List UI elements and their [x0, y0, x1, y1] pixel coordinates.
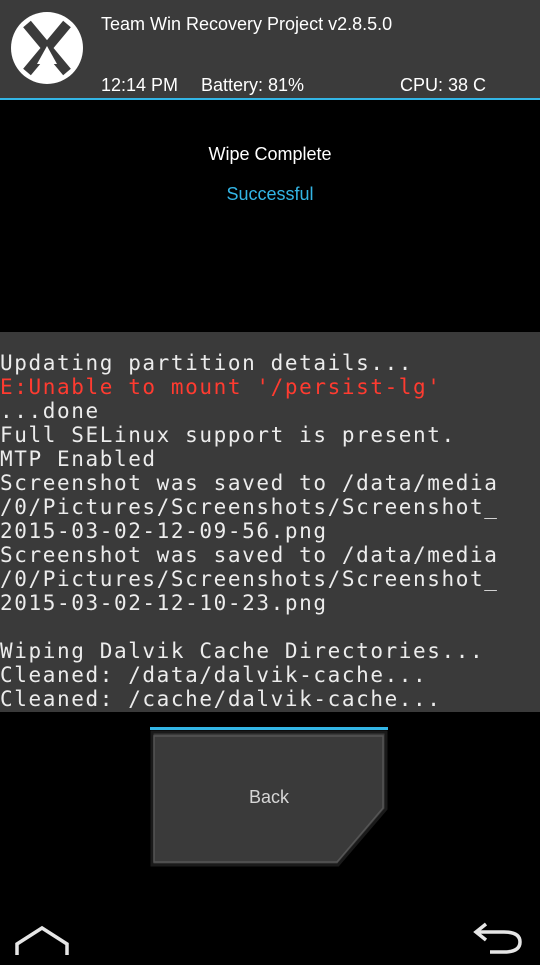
- status-time: 12:14 PM: [101, 75, 179, 95]
- console-line: Full SELinux support is present.: [0, 423, 456, 447]
- console-line: Screenshot was saved to /data/media: [0, 543, 499, 567]
- operation-result-title: Wipe Complete: [208, 144, 332, 164]
- app-title: Team Win Recovery Project v2.8.5.0: [101, 14, 393, 34]
- console-line: Cleaned: /cache/dalvik-cache...: [0, 687, 442, 711]
- console-line: Updating partition details...: [0, 351, 414, 375]
- twrp-logo-icon: [11, 12, 83, 84]
- back-button[interactable]: Back: [150, 727, 388, 867]
- back-arrow-icon: [473, 922, 522, 954]
- console-line-error: E:Unable to mount '/persist-lg': [0, 375, 442, 399]
- operation-result-status: Successful: [226, 184, 314, 204]
- console-line: Wiping Dalvik Cache Directories...: [0, 639, 485, 663]
- console-log[interactable]: Updating partition details... E:Unable to…: [0, 332, 540, 712]
- console-line: 2015-03-02-12-10-23.png: [0, 591, 328, 615]
- nav-home-button[interactable]: [14, 920, 70, 960]
- home-icon: [15, 925, 69, 955]
- status-battery: Battery: 81%: [201, 75, 305, 95]
- console-line: 2015-03-02-12-09-56.png: [0, 519, 328, 543]
- back-button-label: Back: [248, 787, 290, 807]
- console-lines: Updating partition details... E:Unable to…: [0, 351, 540, 711]
- console-line: /0/Pictures/Screenshots/Screenshot_: [0, 495, 499, 519]
- status-cpu-temp: CPU: 38 C: [400, 75, 487, 95]
- console-line: ...done: [0, 399, 100, 423]
- nav-back-button[interactable]: [470, 920, 526, 960]
- header-bar: Team Win Recovery Project v2.8.5.0 12:14…: [0, 0, 540, 100]
- console-line: MTP Enabled: [0, 447, 157, 471]
- console-line: Screenshot was saved to /data/media: [0, 471, 499, 495]
- console-line: /0/Pictures/Screenshots/Screenshot_: [0, 567, 499, 591]
- console-line: Cleaned: /data/dalvik-cache...: [0, 663, 428, 687]
